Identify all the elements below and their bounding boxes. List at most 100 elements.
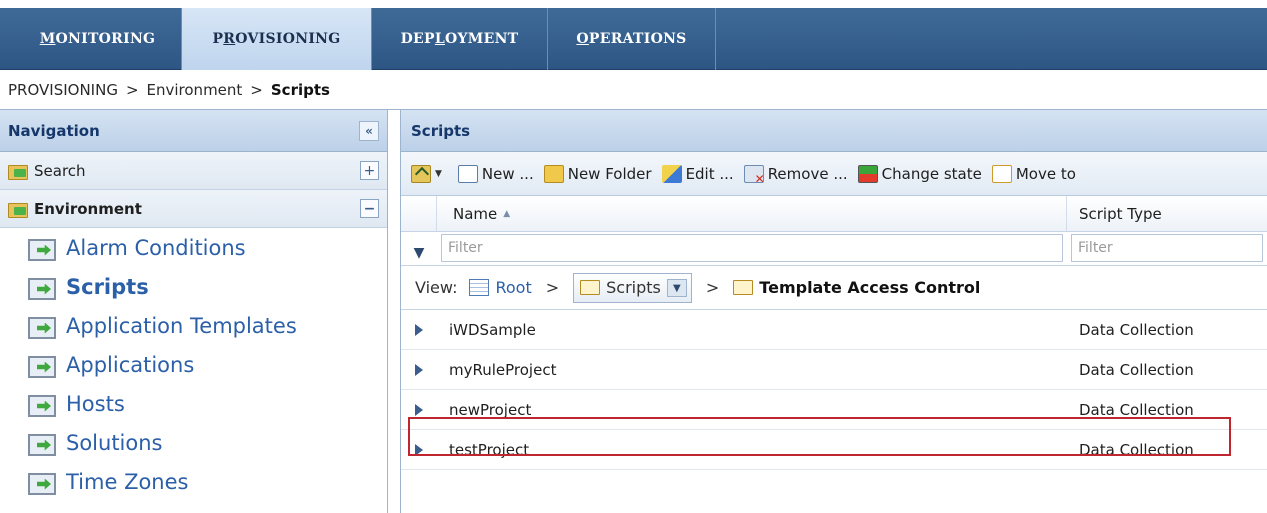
column-header-name-label: Name	[453, 204, 498, 223]
nav-item-scripts[interactable]: Scripts	[0, 267, 387, 306]
breadcrumb-current: Scripts	[270, 80, 330, 99]
nav-item-label: Applications	[66, 352, 195, 377]
breadcrumb: PROVISIONING > Environment > Scripts	[0, 70, 1267, 110]
remove-icon	[743, 164, 765, 186]
top-nav-bar: M ONITORING P R OVISIONING DEP L OYMENT O PERA…	[0, 0, 1267, 70]
column-header-type-label: Script Type	[1079, 204, 1162, 223]
nav-item-time-zones[interactable]: Time Zones	[0, 462, 387, 501]
new-folder-label: New Folder	[567, 164, 652, 183]
row-name-cell: myRuleProject	[449, 360, 557, 379]
nav-item-label: Scripts	[66, 274, 149, 299]
table-row[interactable]: myRuleProject Data Collection	[401, 350, 1267, 390]
filter-row: ▼ Filter Filter	[401, 232, 1267, 266]
column-header-name[interactable]: Name ▲	[437, 196, 1067, 231]
root-list-icon	[469, 279, 490, 296]
view-root-link[interactable]: Root	[495, 278, 531, 297]
nav-item-label: Alarm Conditions	[66, 235, 246, 260]
row-expand-icon[interactable]	[401, 323, 437, 336]
grid-header: Name ▲ Script Type	[401, 196, 1267, 232]
new-document-icon	[457, 164, 478, 183]
table-row-highlighted[interactable]: newProject Data Collection	[401, 390, 1267, 430]
row-name-cell: testProject	[449, 440, 530, 459]
nav-item-hosts[interactable]: Hosts	[0, 384, 387, 423]
table-row[interactable]: iWDSample Data Collection	[401, 310, 1267, 350]
row-type-cell: Data Collection	[1079, 440, 1194, 459]
edit-icon	[661, 164, 682, 183]
row-type-cell: Data Collection	[1079, 320, 1194, 339]
remove-button[interactable]: Remove ...	[743, 164, 848, 186]
folder-icon	[8, 201, 28, 218]
environment-item-icon	[28, 277, 56, 300]
row-expand-icon[interactable]	[401, 443, 437, 456]
nav-item-application-templates[interactable]: Application Templates	[0, 306, 387, 345]
scripts-folder-dropdown[interactable]: Scripts ▼	[573, 272, 692, 303]
nav-item-label: Hosts	[66, 391, 125, 416]
change-state-label: Change state	[881, 164, 982, 183]
view-label: View:	[415, 278, 458, 297]
tab-deployment[interactable]: DEP L OYMENT	[372, 8, 548, 70]
nav-item-solutions[interactable]: Solutions	[0, 423, 387, 462]
nav-item-applications[interactable]: Applications	[0, 345, 387, 384]
move-to-label: Move to	[1015, 164, 1076, 183]
nav-group-search[interactable]: Search +	[0, 152, 387, 190]
grid-header-gap	[401, 196, 437, 231]
breadcrumb-environment[interactable]: Environment	[147, 81, 243, 99]
current-folder-label: Template Access Control	[759, 278, 981, 297]
nav-group-label: Search	[34, 161, 86, 180]
scripts-panel: Scripts ▼ New ... New Folder Edit ... Re…	[400, 110, 1267, 513]
edit-button[interactable]: Edit ...	[661, 164, 734, 183]
folder-icon	[8, 163, 28, 180]
expand-button[interactable]: +	[360, 161, 379, 180]
nav-item-label: Time Zones	[66, 469, 189, 494]
remove-label: Remove ...	[767, 164, 848, 183]
scripts-toolbar: ▼ New ... New Folder Edit ... Remove ...…	[401, 152, 1267, 196]
breadcrumb-provisioning[interactable]: PROVISIONING	[8, 81, 118, 99]
folder-icon	[580, 280, 601, 295]
nav-item-label: Solutions	[66, 430, 163, 455]
new-button[interactable]: New ...	[457, 164, 534, 183]
view-path-row: View: Root > Scripts ▼ > Template Access…	[401, 266, 1267, 310]
row-expand-icon[interactable]	[401, 403, 437, 416]
move-to-icon	[991, 164, 1012, 183]
edit-label: Edit ...	[685, 164, 734, 183]
nav-item-label: Application Templates	[66, 313, 297, 338]
chevron-down-icon[interactable]: ▼	[666, 278, 687, 297]
scripts-folder-label: Scripts	[606, 278, 661, 297]
row-name-cell: newProject	[449, 400, 532, 419]
environment-item-icon	[28, 433, 56, 456]
collapse-button[interactable]: −	[360, 199, 379, 218]
nav-group-environment[interactable]: Environment −	[0, 190, 387, 228]
column-header-script-type[interactable]: Script Type	[1067, 196, 1267, 231]
environment-item-icon	[28, 316, 56, 339]
nav-item-alarm-conditions[interactable]: Alarm Conditions	[0, 228, 387, 267]
nav-group-label: Environment	[34, 199, 142, 218]
breadcrumb-separator: >	[250, 80, 263, 99]
row-type-cell: Data Collection	[1079, 400, 1194, 419]
environment-item-icon	[28, 238, 56, 261]
navigation-title: Navigation	[8, 121, 100, 140]
row-name-cell: iWDSample	[449, 320, 536, 339]
collapse-panel-button[interactable]: «	[359, 121, 379, 141]
table-row[interactable]: testProject Data Collection	[401, 430, 1267, 470]
scripts-panel-header: Scripts	[401, 110, 1267, 152]
name-filter-input[interactable]: Filter	[441, 234, 1063, 262]
navigation-panel: Navigation « Search + Environment − Alar…	[0, 110, 388, 513]
name-filter-cell: Filter	[437, 232, 1067, 265]
navigation-header: Navigation «	[0, 110, 387, 152]
move-to-button[interactable]: Move to	[991, 164, 1076, 183]
type-filter-input[interactable]: Filter	[1071, 234, 1263, 262]
change-state-icon	[857, 164, 878, 183]
sort-ascending-icon: ▲	[503, 208, 511, 219]
new-folder-icon	[543, 164, 564, 183]
scripts-panel-title: Scripts	[411, 121, 471, 140]
tab-provisioning[interactable]: P R OVISIONING	[182, 8, 372, 70]
filter-icon[interactable]: ▼	[401, 232, 437, 265]
new-folder-button[interactable]: New Folder	[543, 164, 652, 183]
tab-operations[interactable]: O PERATIONS	[548, 8, 716, 70]
change-state-button[interactable]: Change state	[857, 164, 982, 183]
up-folder-button[interactable]: ▼	[411, 164, 448, 183]
breadcrumb-separator: >	[125, 80, 139, 99]
tab-monitoring[interactable]: M ONITORING	[14, 8, 182, 70]
row-expand-icon[interactable]	[401, 363, 437, 376]
folder-icon	[733, 280, 754, 295]
